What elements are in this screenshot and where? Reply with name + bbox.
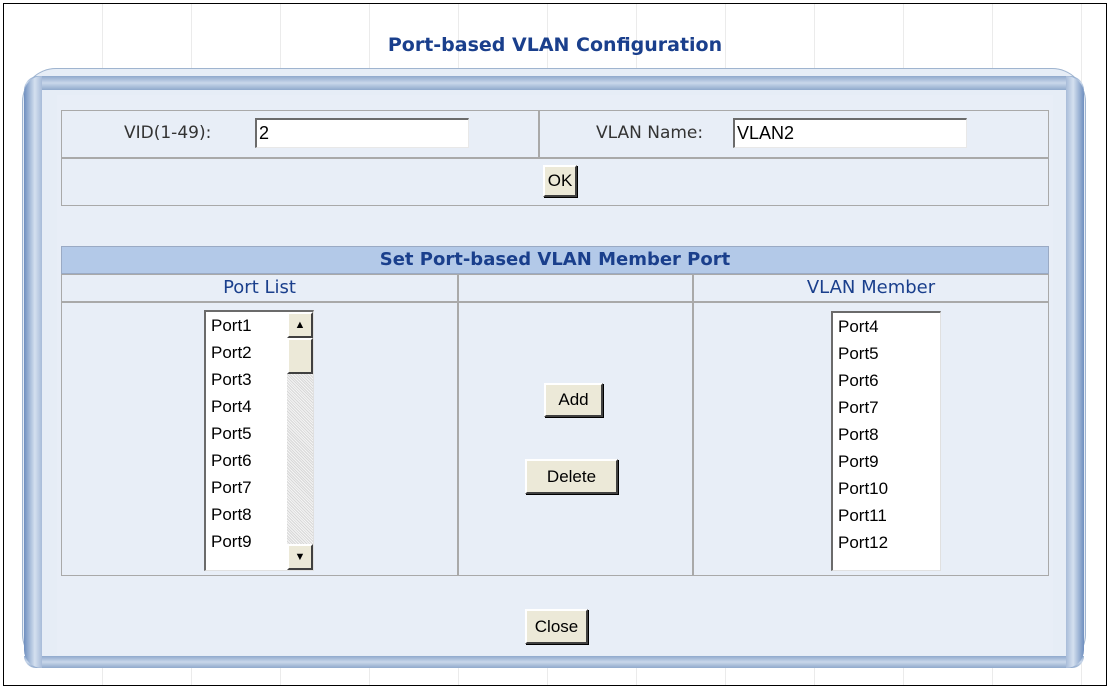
delete-button[interactable]: Delete [525, 459, 618, 494]
vlan-member-option[interactable]: Port4 [833, 313, 940, 340]
actions-cell: Add Delete [458, 302, 693, 576]
add-button[interactable]: Add [544, 383, 603, 417]
port-list-scrollbar[interactable]: ▲ ▼ [287, 312, 313, 570]
arrow-up-icon[interactable]: ▲ [287, 312, 313, 338]
vlan-member-option[interactable]: Port9 [833, 448, 940, 475]
vlan-member-cell: Port4 Port5 Port6 Port7 Port8 Port9 Port10 Port… [693, 302, 1049, 576]
vlan-member-box[interactable]: Port4 Port5 Port6 Port7 Port8 Port9 Port10 Port… [831, 311, 941, 571]
vlan-member-option[interactable]: Port11 [833, 502, 940, 529]
arrow-down-icon[interactable]: ▼ [287, 544, 313, 570]
port-list-header: Port List [61, 274, 458, 302]
middle-header [458, 274, 693, 302]
vlan-member-option[interactable]: Port5 [833, 340, 940, 367]
member-section-title: Set Port-based VLAN Member Port [61, 246, 1049, 274]
ok-row: OK [61, 158, 1049, 206]
vlan-member-header: VLAN Member [693, 274, 1049, 302]
vlan-name-label: VLAN Name: [596, 123, 704, 143]
scrollbar-thumb[interactable] [287, 338, 313, 374]
close-button[interactable]: Close [525, 609, 588, 644]
vlan-name-cell: VLAN Name: VLAN2 [539, 110, 1049, 158]
vid-input[interactable]: 2 [255, 118, 469, 148]
vlan-member-option[interactable]: Port12 [833, 529, 940, 556]
page-frame: Port-based VLAN Configuration VID(1-49):… [3, 3, 1107, 686]
vlan-member-items: Port4 Port5 Port6 Port7 Port8 Port9 Port10 Port… [833, 313, 940, 556]
page-title: Port-based VLAN Configuration [387, 34, 723, 56]
port-list-box[interactable]: Port1 Port2 Port3 Port4 Port5 Port6 Port7 Port8… [204, 310, 314, 571]
ok-button[interactable]: OK [543, 165, 577, 197]
vid-cell: VID(1-49): 2 [61, 110, 539, 158]
vlan-member-option[interactable]: Port10 [833, 475, 940, 502]
panel-bottom-border [24, 656, 1084, 668]
panel-right-border [1066, 76, 1084, 668]
panel-top-border [24, 76, 1084, 90]
vlan-name-input[interactable]: VLAN2 [733, 118, 967, 148]
vlan-member-option[interactable]: Port7 [833, 394, 940, 421]
vlan-member-option[interactable]: Port6 [833, 367, 940, 394]
vlan-member-option[interactable]: Port8 [833, 421, 940, 448]
panel-left-border [24, 76, 42, 668]
vid-label: VID(1-49): [124, 123, 212, 143]
port-list-cell: Port1 Port2 Port3 Port4 Port5 Port6 Port7 Port8… [61, 302, 458, 576]
